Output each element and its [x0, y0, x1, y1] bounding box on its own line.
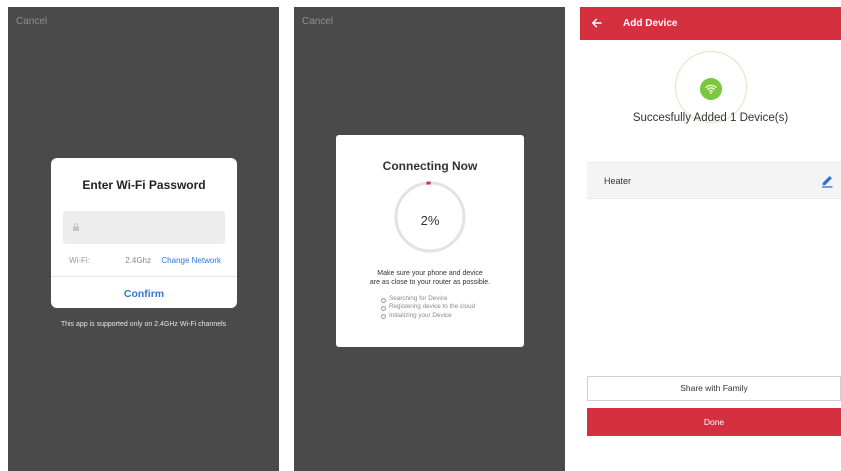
add-device-screen: Add Device Succesfully Added 1 Device(s)… [580, 7, 841, 471]
step-item: Searching for Device [380, 295, 475, 303]
progress-percent: 2% [420, 213, 440, 228]
wifi-password-input[interactable] [63, 211, 225, 244]
device-row: Heater [587, 162, 841, 199]
confirm-button[interactable]: Confirm [51, 288, 237, 300]
support-note: This app is supported only on 2.4GHz Wi-… [60, 321, 227, 328]
wifi-band: 2.4Ghz [125, 256, 151, 265]
page-title: Add Device [623, 18, 678, 29]
divider [51, 276, 237, 277]
header-bar: Add Device [580, 7, 841, 40]
success-message: Succesfully Added 1 Device(s) [632, 112, 789, 124]
proximity-hint: Make sure your phone and device are as c… [344, 269, 516, 287]
cancel-button[interactable]: Cancel [302, 16, 333, 27]
wifi-password-screen: Cancel Enter Wi-Fi Password Wi-Fi: 2.4Gh… [8, 7, 279, 471]
share-with-family-button[interactable]: Share with Family [587, 376, 841, 401]
done-button[interactable]: Done [587, 408, 841, 436]
lock-icon [73, 223, 79, 231]
connecting-dialog: Connecting Now 2% Make sure your phone a… [336, 135, 524, 347]
hint-line: Make sure your phone and device [377, 270, 483, 277]
wifi-icon [700, 78, 722, 100]
device-name: Heater [604, 176, 632, 186]
wifi-info-row: Wi-Fi: 2.4Ghz Change Network [63, 256, 227, 268]
dialog-title: Enter Wi-Fi Password [82, 178, 206, 192]
connection-steps: Searching for Device Registering device … [380, 295, 475, 320]
change-network-link[interactable]: Change Network [161, 256, 221, 265]
edit-pencil-icon[interactable] [819, 173, 835, 189]
wifi-password-dialog: Enter Wi-Fi Password Wi-Fi: 2.4Ghz Chang… [51, 158, 237, 308]
dialog-title: Connecting Now [382, 159, 478, 173]
step-item: Registering device to the cloud [380, 303, 475, 312]
hint-line: are as close to your router as possible. [369, 279, 491, 286]
back-arrow-icon[interactable] [590, 14, 604, 32]
wifi-label: Wi-Fi: [69, 256, 90, 265]
connecting-screen: Cancel Connecting Now 2% Make sure your … [294, 7, 565, 471]
cancel-button[interactable]: Cancel [16, 16, 47, 27]
step-item: Initializing your Device [380, 312, 475, 320]
